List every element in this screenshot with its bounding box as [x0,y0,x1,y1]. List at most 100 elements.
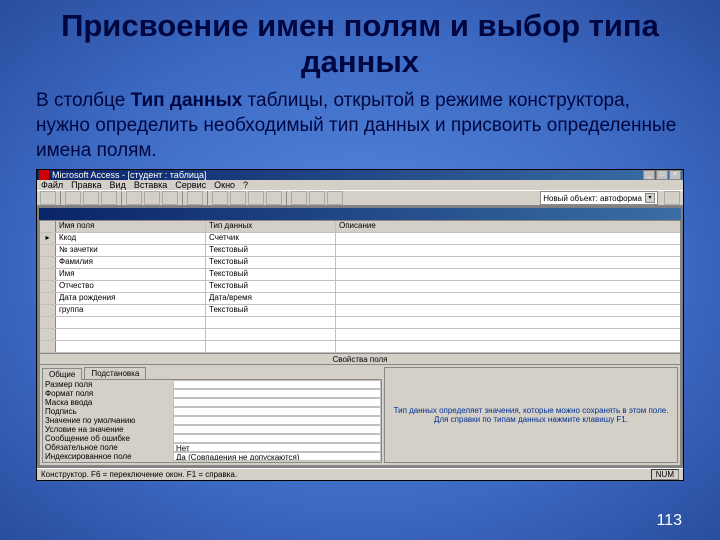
property-help: Тип данных определяет значения, которые … [384,367,678,463]
field-type-cell[interactable]: Текстовый [206,245,336,256]
menu-tools[interactable]: Сервис [175,180,206,190]
row-selector[interactable] [40,305,56,316]
design-grid: Имя поля Тип данных Описание ▸ Ккод Счет… [39,220,681,466]
tool-insertrow-icon[interactable] [248,191,264,205]
row-selector[interactable] [40,257,56,268]
tool-paste-icon[interactable] [162,191,178,205]
tool-copy-icon[interactable] [144,191,160,205]
field-desc-cell[interactable] [336,257,680,268]
grid-header: Имя поля Тип данных Описание [40,221,680,233]
tool-key-icon[interactable] [212,191,228,205]
minimize-button[interactable]: _ [643,170,655,180]
prop-label: Индексированное поле [43,452,173,461]
col-type[interactable]: Тип данных [206,221,336,232]
field-type-cell[interactable]: Текстовый [206,281,336,292]
field-desc-cell[interactable] [336,281,680,292]
prop-value[interactable] [173,416,381,425]
table-row[interactable]: Дата рождения Дата/время [40,293,680,305]
prop-label: Обязательное поле [43,443,173,452]
prop-value[interactable]: Да (Совпадения не допускаются) [173,452,381,461]
field-desc-cell[interactable] [336,269,680,280]
tool-indexes-icon[interactable] [230,191,246,205]
status-left: Конструктор. F6 = переключение окон. F1 … [41,470,237,479]
field-name-cell[interactable]: Дата рождения [56,293,206,304]
tool-preview-icon[interactable] [101,191,117,205]
tab-general[interactable]: Общие [42,368,82,380]
menu-file[interactable]: Файл [41,180,63,190]
tool-cut-icon[interactable] [126,191,142,205]
prop-value[interactable] [173,407,381,416]
prop-value[interactable] [173,425,381,434]
prop-value[interactable]: Нет [173,443,381,452]
table-row[interactable]: Фамилия Текстовый [40,257,680,269]
field-desc-cell[interactable] [336,245,680,256]
row-selector[interactable] [40,245,56,256]
field-type-cell[interactable]: Текстовый [206,269,336,280]
mdi-workspace: Имя поля Тип данных Описание ▸ Ккод Счет… [37,206,683,468]
menu-insert[interactable]: Вставка [134,180,167,190]
app-titlebar: Microsoft Access - [студент : таблица] _… [37,170,683,180]
col-desc[interactable]: Описание [336,221,680,232]
prop-value[interactable] [173,434,381,443]
field-type-cell[interactable]: Текстовый [206,305,336,316]
field-name-cell[interactable]: Отчество [56,281,206,292]
menu-help[interactable]: ? [243,180,248,190]
row-selector[interactable]: ▸ [40,233,56,244]
combo-label: Новый объект: автоформа [543,194,642,203]
field-type-cell[interactable]: Счетчик [206,233,336,244]
tool-properties-icon[interactable] [291,191,307,205]
table-row[interactable]: Отчество Текстовый [40,281,680,293]
table-row[interactable] [40,317,680,329]
field-name-cell[interactable]: группа [56,305,206,316]
menu-view[interactable]: Вид [110,180,126,190]
tab-lookup[interactable]: Подстановка [84,367,146,379]
prop-label: Сообщение об ошибке [43,434,173,443]
field-type-cell[interactable]: Дата/время [206,293,336,304]
tool-print-icon[interactable] [83,191,99,205]
body-bold: Тип данных [131,90,243,111]
close-button[interactable]: × [669,170,681,180]
table-row[interactable] [40,329,680,341]
table-row[interactable]: ▸ Ккод Счетчик [40,233,680,245]
row-selector[interactable] [40,281,56,292]
toolbar: Новый объект: автоформа ▾ [37,190,683,206]
tool-build-icon[interactable] [309,191,325,205]
prop-value[interactable] [173,398,381,407]
tool-save-icon[interactable] [65,191,81,205]
prop-value[interactable] [173,380,381,389]
row-selector[interactable] [40,293,56,304]
chevron-down-icon[interactable]: ▾ [645,193,655,203]
tool-undo-icon[interactable] [187,191,203,205]
prop-label: Значение по умолчанию [43,416,173,425]
field-name-cell[interactable]: Имя [56,269,206,280]
field-name-cell[interactable]: № зачетки [56,245,206,256]
field-name-cell[interactable]: Ккод [56,233,206,244]
field-desc-cell[interactable] [336,233,680,244]
properties-area: Общие Подстановка Размер поля Формат пол… [40,365,680,465]
table-row[interactable]: группа Текстовый [40,305,680,317]
table-row[interactable]: Имя Текстовый [40,269,680,281]
field-name-cell[interactable]: Фамилия [56,257,206,268]
table-row[interactable]: № зачетки Текстовый [40,245,680,257]
tool-view-icon[interactable] [40,191,56,205]
tool-dbwindow-icon[interactable] [327,191,343,205]
prop-value[interactable] [173,389,381,398]
window-buttons: _ □ × [643,170,681,180]
prop-label: Формат поля [43,389,173,398]
prop-label: Маска ввода [43,398,173,407]
menu-edit[interactable]: Правка [71,180,101,190]
field-desc-cell[interactable] [336,293,680,304]
maximize-button[interactable]: □ [656,170,668,180]
row-selector[interactable] [40,269,56,280]
new-object-combo[interactable]: Новый объект: автоформа ▾ [540,191,658,205]
table-row[interactable] [40,341,680,353]
properties-table: Размер поля Формат поля Маска ввода Подп… [42,379,382,463]
tool-help-icon[interactable] [664,191,680,205]
field-desc-cell[interactable] [336,305,680,316]
col-name[interactable]: Имя поля [56,221,206,232]
app-title: Microsoft Access - [студент : таблица] [52,170,643,180]
field-type-cell[interactable]: Текстовый [206,257,336,268]
tool-deleterow-icon[interactable] [266,191,282,205]
status-bar: Конструктор. F6 = переключение окон. F1 … [37,468,683,480]
menu-window[interactable]: Окно [214,180,235,190]
